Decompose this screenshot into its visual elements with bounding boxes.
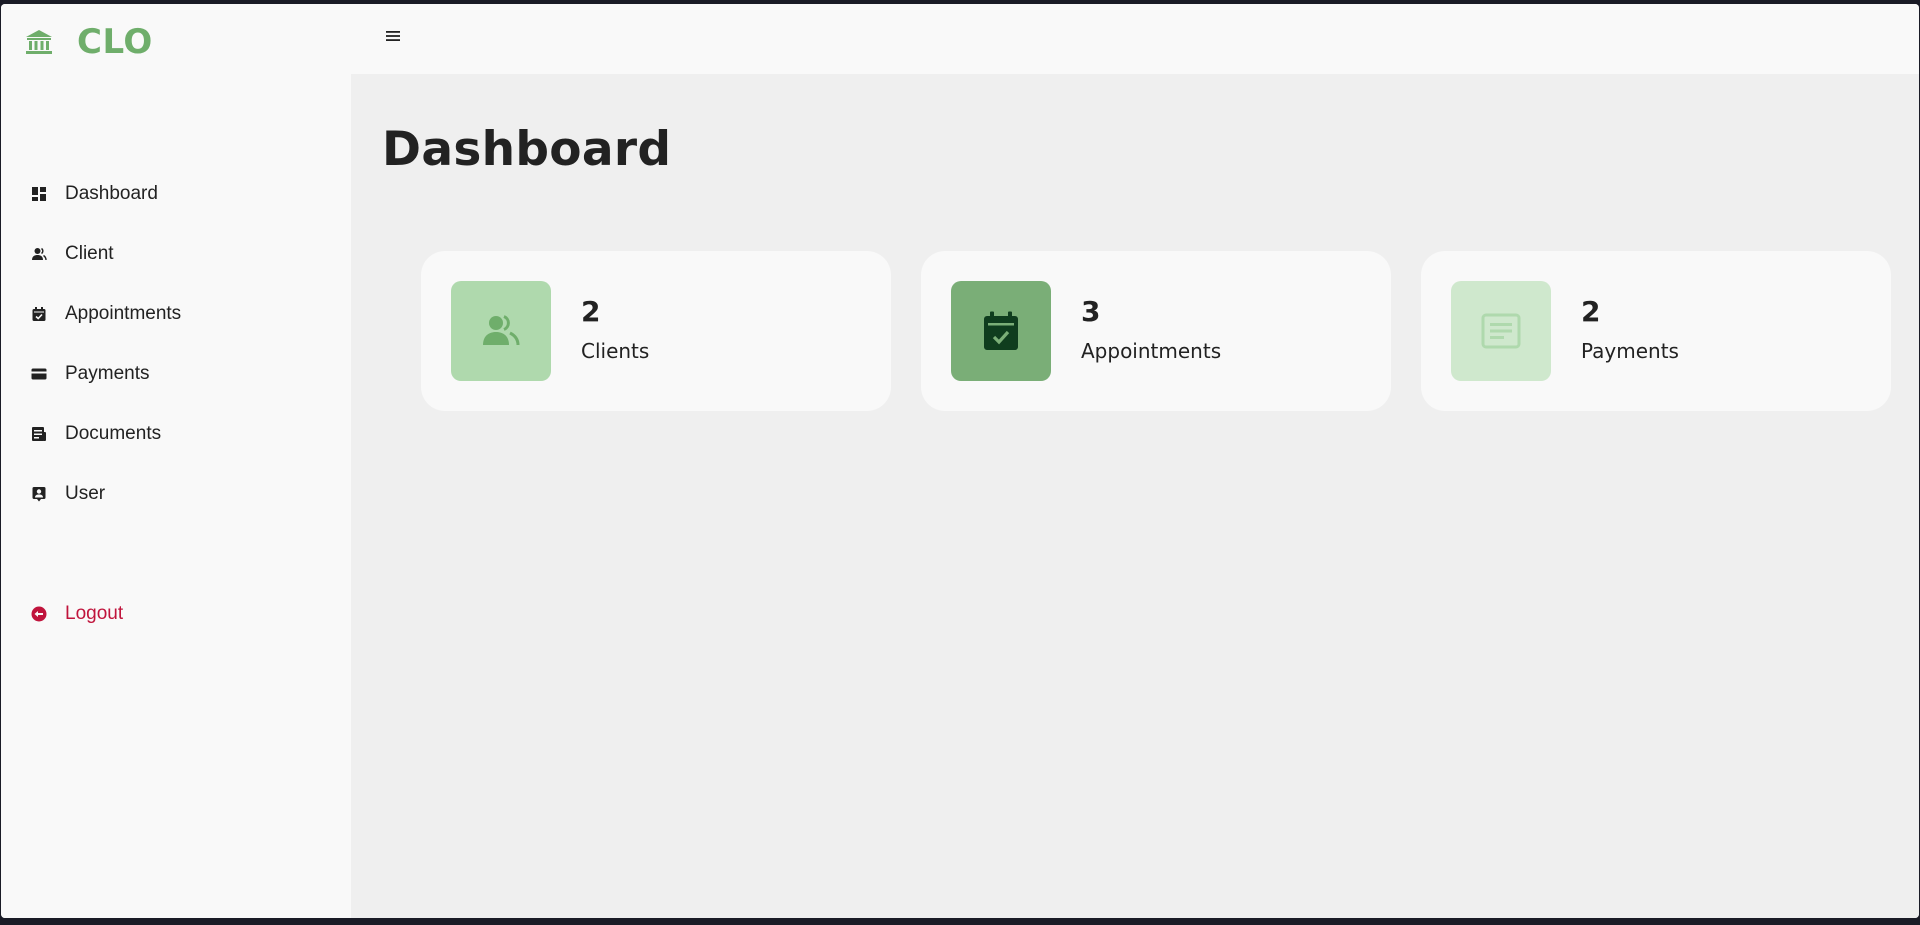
app-window: CLO Dashboard Client Appointments Paymen… [1, 4, 1919, 918]
users-icon [483, 315, 520, 346]
card-icon-box [451, 281, 551, 381]
user-badge-icon [32, 487, 46, 502]
brand-name: CLO [77, 22, 153, 62]
sidebar-item-appointments[interactable]: Appointments [1, 284, 351, 344]
top-bar [351, 4, 1919, 74]
logout-icon [31, 606, 47, 622]
sidebar-item-label: Documents [65, 423, 162, 444]
appointments-card[interactable]: 3 Appointments [921, 251, 1391, 411]
logout-button[interactable]: Logout [1, 584, 351, 644]
bank-icon [26, 30, 52, 54]
document-icon [1481, 313, 1521, 349]
card-label: Clients [581, 339, 650, 363]
stat-cards: 2 Clients 3 Appointments 2 Payments [421, 251, 1891, 411]
sidebar-item-label: User [65, 483, 106, 504]
page-title: Dashboard [382, 122, 672, 177]
calendar-check-icon [984, 311, 1018, 350]
card-text: 3 Appointments [1081, 294, 1221, 364]
clients-card[interactable]: 2 Clients [421, 251, 891, 411]
payments-card[interactable]: 2 Payments [1421, 251, 1891, 411]
menu-toggle-button[interactable] [383, 26, 403, 46]
sidebar-item-documents[interactable]: Documents [1, 404, 351, 464]
card-count: 2 [581, 295, 601, 328]
card-count: 2 [1581, 295, 1601, 328]
main-content: Dashboard 2 Clients 3 Appointments 2 Pay… [351, 74, 1919, 918]
client-icon [32, 247, 47, 261]
dashboard-icon [32, 187, 46, 201]
sidebar-item-user[interactable]: User [1, 464, 351, 524]
calendar-check-icon [32, 307, 46, 321]
card-text: 2 Payments [1581, 294, 1679, 364]
sidebar-item-label: Appointments [65, 303, 182, 324]
card-icon-box [951, 281, 1051, 381]
card-label: Payments [1581, 339, 1679, 363]
brand[interactable]: CLO [25, 22, 153, 62]
sidebar-item-payments[interactable]: Payments [1, 344, 351, 404]
sidebar-nav: Dashboard Client Appointments Payments D… [1, 164, 351, 524]
credit-card-icon [31, 368, 47, 380]
hamburger-icon [386, 31, 400, 41]
sidebar-item-dashboard[interactable]: Dashboard [1, 164, 351, 224]
sidebar-item-label: Payments [65, 363, 150, 384]
card-label: Appointments [1081, 339, 1222, 363]
sidebar-item-label: Client [65, 243, 114, 264]
logout-label: Logout [65, 603, 124, 624]
card-icon-box [1451, 281, 1551, 381]
sidebar-item-client[interactable]: Client [1, 224, 351, 284]
sidebar-item-label: Dashboard [65, 183, 158, 204]
sidebar: CLO Dashboard Client Appointments Paymen… [1, 4, 351, 918]
document-icon [32, 427, 46, 441]
card-text: 2 Clients [581, 294, 649, 364]
card-count: 3 [1081, 295, 1101, 328]
